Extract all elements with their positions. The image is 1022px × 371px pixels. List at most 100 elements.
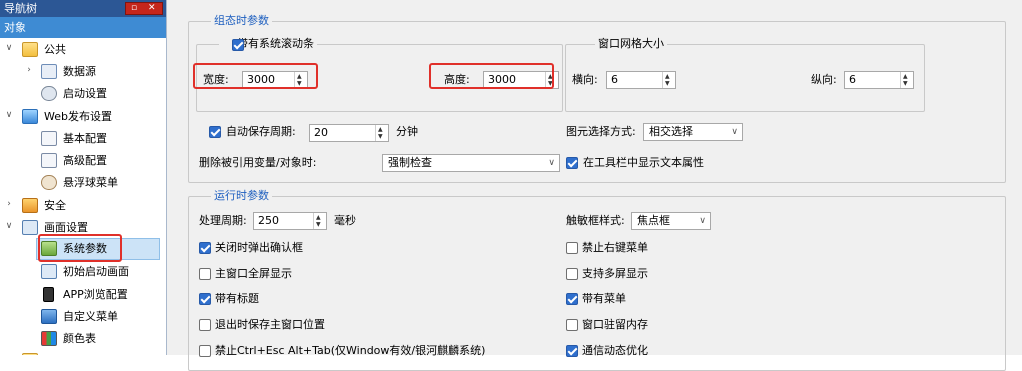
spinner-buttons[interactable]: ▲ ▼ (900, 72, 913, 88)
grid-horizontal-spinner[interactable]: 6 ▲ ▼ (606, 71, 676, 89)
show-menu-label: 带有菜单 (582, 292, 626, 305)
phone-icon (43, 287, 54, 302)
restore-icon[interactable]: ▫ (131, 3, 137, 14)
grid-horizontal-label: 横向: (572, 73, 598, 86)
period-spinner[interactable]: 250 ▲ ▼ (253, 212, 327, 230)
tree-item-web-publish[interactable]: ∨ Web发布设置 (0, 106, 166, 128)
tree-item-app-browse-config[interactable]: APP浏览配置 (0, 284, 166, 306)
close-icon[interactable]: ✕ (148, 3, 156, 14)
tree-item-startup-settings[interactable]: 启动设置 (0, 83, 166, 105)
tree-item-public[interactable]: ∨ 公共 (0, 39, 166, 61)
tree-item-label: 悬浮球菜单 (63, 176, 118, 189)
spin-up-icon[interactable]: ▲ (665, 73, 670, 80)
spin-up-icon[interactable]: ▲ (903, 73, 908, 80)
fullscreen-label: 主窗口全屏显示 (215, 267, 292, 280)
show-text-attr-label: 在工具栏中显示文本属性 (583, 156, 704, 169)
show-menu-checkbox[interactable] (566, 293, 578, 305)
multi-screen-checkbox[interactable] (566, 268, 578, 280)
show-title-label: 带有标题 (215, 292, 259, 305)
autosave-spinner[interactable]: 20 ▲ ▼ (309, 124, 389, 142)
grid-vertical-label: 纵向: (811, 73, 837, 86)
fullscreen-checkbox[interactable] (199, 268, 211, 280)
comm-optimize-checkbox[interactable] (566, 345, 578, 357)
nav-object-header: 对象 (0, 17, 166, 38)
touch-style-value: 焦点框 (637, 214, 670, 227)
chevron-down-icon[interactable]: ∨ (548, 156, 555, 170)
resident-memory-checkbox[interactable] (566, 319, 578, 331)
spin-up-icon[interactable]: ▲ (378, 126, 383, 133)
tree-item-basic-config[interactable]: 基本配置 (0, 128, 166, 150)
chevron-down-icon[interactable]: ∨ (4, 43, 14, 53)
spin-up-icon[interactable]: ▲ (316, 214, 321, 221)
tree-item-label: 颜色表 (63, 332, 96, 345)
web-icon (22, 109, 38, 124)
tree-item-label: 高级配置 (63, 154, 107, 167)
spinner-buttons[interactable]: ▲ ▼ (662, 72, 675, 88)
tree-item-security[interactable]: › 安全 (0, 195, 166, 217)
delete-ref-label: 删除被引用变量/对象时: (199, 156, 317, 169)
system-params-panel: 组态时参数 带有系统滚动条 宽度: 3000 ▲ ▼ 高度: 3000 ▲ ▼ (167, 0, 1022, 371)
chevron-right-icon[interactable]: › (4, 199, 14, 209)
chevron-down-icon[interactable]: ∨ (4, 110, 14, 120)
touch-style-label: 触敏框样式: (566, 214, 625, 227)
tree-item-label: 基本配置 (63, 132, 107, 145)
nav-title: 导航树 (4, 2, 37, 15)
spinner-buttons[interactable]: ▲ ▼ (375, 125, 388, 141)
select-mode-dropdown[interactable]: 相交选择 ∨ (643, 123, 743, 141)
spin-down-icon[interactable]: ▼ (665, 80, 670, 87)
screen-settings-icon (22, 220, 38, 235)
system-scrollbar-checkbox[interactable] (232, 39, 244, 51)
tree-item-label: 公共 (44, 43, 66, 56)
spin-down-icon[interactable]: ▼ (316, 221, 321, 228)
close-confirm-label: 关闭时弹出确认框 (215, 241, 303, 254)
database-icon (41, 64, 57, 79)
tree-item-custom-menu[interactable]: 自定义菜单 (0, 306, 166, 328)
chevron-down-icon[interactable]: ∨ (4, 221, 14, 231)
tree-item-partial (0, 350, 166, 355)
grid-vertical-value: 6 (849, 73, 856, 86)
delete-ref-dropdown[interactable]: 强制检查 ∨ (382, 154, 560, 172)
highlight-box (38, 234, 122, 262)
tree-item-floating-ball-menu[interactable]: 悬浮球菜单 (0, 172, 166, 194)
tree-item-advanced-config[interactable]: 高级配置 (0, 150, 166, 172)
autosave-checkbox[interactable] (209, 126, 221, 138)
tree-item-color-table[interactable]: 颜色表 (0, 328, 166, 350)
autosave-unit: 分钟 (396, 125, 418, 138)
config-params-group: 组态时参数 带有系统滚动条 宽度: 3000 ▲ ▼ 高度: 3000 ▲ ▼ (188, 14, 1006, 183)
grid-vertical-spinner[interactable]: 6 ▲ ▼ (844, 71, 914, 89)
tree-item-datasource[interactable]: › 数据源 (0, 61, 166, 83)
period-unit: 毫秒 (334, 214, 356, 227)
delete-ref-value: 强制检查 (388, 156, 432, 169)
config-params-title: 组态时参数 (211, 14, 272, 28)
chevron-down-icon[interactable]: ∨ (731, 125, 738, 139)
window-grid-subgroup: 窗口网格大小 横向: 6 ▲ ▼ 纵向: 6 ▲ ▼ (565, 37, 925, 112)
disable-hotkeys-label: 禁止Ctrl+Esc Alt+Tab(仅Window有效/银河麒麟系统) (215, 344, 486, 357)
show-text-attr-checkbox[interactable] (566, 157, 578, 169)
tree-item-label: 自定义菜单 (63, 310, 118, 323)
period-label: 处理周期: (199, 214, 247, 227)
save-window-pos-label: 退出时保存主窗口位置 (215, 318, 325, 331)
period-value: 250 (258, 214, 279, 227)
spinner-buttons[interactable]: ▲ ▼ (313, 213, 326, 229)
shield-icon (22, 198, 38, 213)
navigation-tree-panel: 导航树 ▫ ✕ 对象 ∨ 公共 › 数据源 启动设置 ∨ Web发布设置 基本配… (0, 0, 167, 355)
gear-icon (41, 86, 57, 101)
spin-down-icon[interactable]: ▼ (903, 80, 908, 87)
autosave-label: 自动保存周期: (226, 125, 296, 138)
disable-hotkeys-checkbox[interactable] (199, 345, 211, 357)
chevron-right-icon[interactable]: › (24, 65, 34, 75)
tree-item-label: 启动设置 (63, 87, 107, 100)
save-window-pos-checkbox[interactable] (199, 319, 211, 331)
runtime-params-title: 运行时参数 (211, 189, 272, 203)
disable-context-menu-checkbox[interactable] (566, 242, 578, 254)
scrollbar-checkbox-label: 带有系统滚动条 (237, 37, 314, 50)
touch-style-dropdown[interactable]: 焦点框 ∨ (631, 212, 711, 230)
tree-item-label: 数据源 (63, 65, 96, 78)
tree-item-startup-screen[interactable]: 初始启动画面 (0, 261, 166, 283)
chevron-down-icon[interactable]: ∨ (699, 214, 706, 228)
tree-item-label: 画面设置 (44, 221, 88, 234)
close-confirm-checkbox[interactable] (199, 242, 211, 254)
show-title-checkbox[interactable] (199, 293, 211, 305)
spin-down-icon[interactable]: ▼ (378, 133, 383, 140)
startup-screen-icon (41, 264, 57, 279)
